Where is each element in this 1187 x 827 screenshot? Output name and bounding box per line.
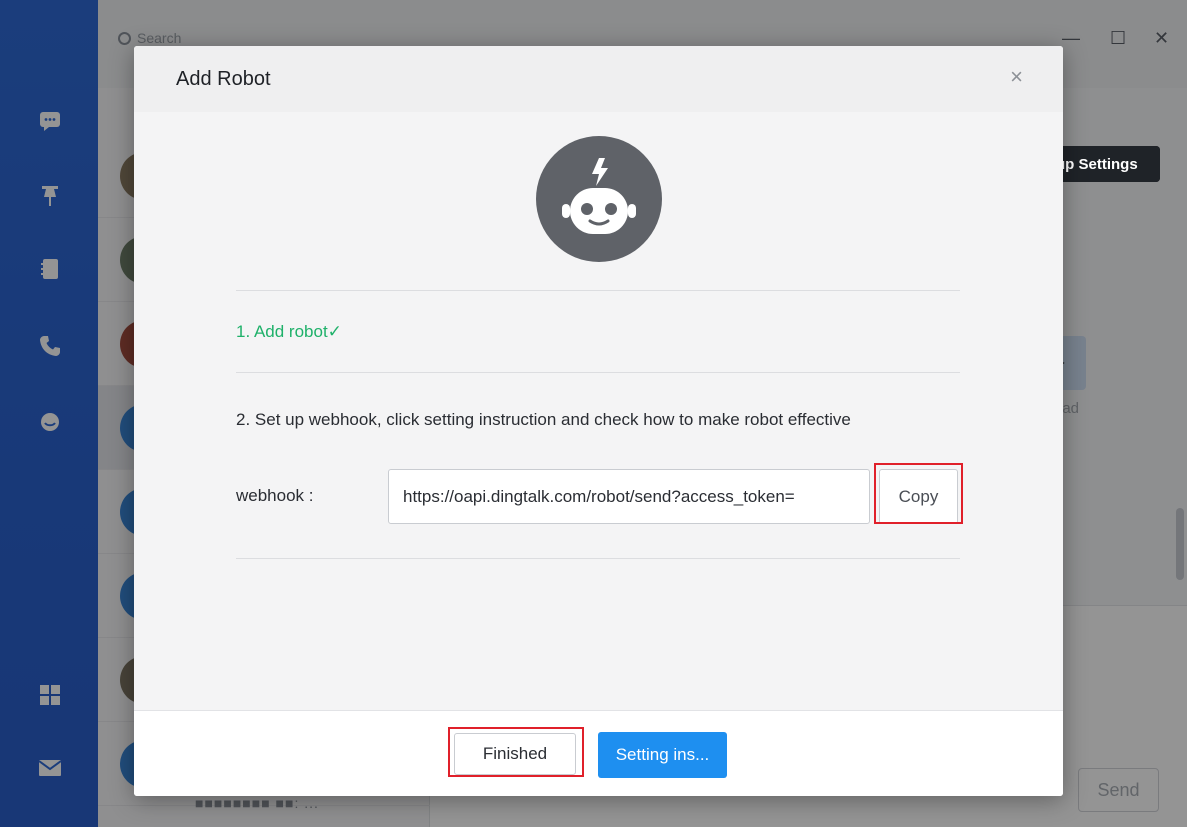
group-settings-tooltip: up Settings bbox=[1048, 146, 1160, 182]
close-icon[interactable]: × bbox=[1010, 66, 1023, 88]
dialog-footer: Finished Setting ins... bbox=[134, 710, 1063, 796]
step-setup-webhook: 2. Set up webhook, click setting instruc… bbox=[236, 410, 851, 429]
robot-avatar-icon bbox=[536, 136, 662, 262]
divider bbox=[236, 558, 960, 559]
webhook-label: webhook : bbox=[236, 486, 314, 505]
dialog-header: Add Robot × bbox=[134, 46, 1063, 112]
dialog-title: Add Robot bbox=[176, 68, 271, 90]
step-add-robot: 1. Add robot✓ bbox=[236, 322, 342, 341]
copy-button[interactable]: Copy bbox=[879, 469, 958, 524]
divider bbox=[236, 372, 960, 373]
add-robot-dialog: Add Robot × 1. Add robot✓ 2. Set up webh… bbox=[134, 46, 1063, 796]
finished-button[interactable]: Finished bbox=[454, 733, 576, 775]
webhook-url-field[interactable] bbox=[388, 469, 870, 524]
divider bbox=[236, 290, 960, 291]
setting-instruction-button[interactable]: Setting ins... bbox=[598, 732, 727, 778]
